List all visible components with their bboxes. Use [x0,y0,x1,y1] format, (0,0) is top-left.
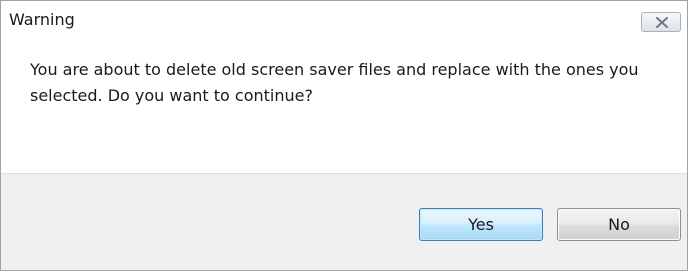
yes-button[interactable]: Yes [419,208,543,241]
warning-message: You are about to delete old screen saver… [30,60,639,105]
title-bar[interactable]: Warning [1,1,687,38]
close-button[interactable] [641,12,681,32]
no-button[interactable]: No [557,208,681,241]
close-icon [656,17,668,28]
button-bar: Yes No [1,173,687,270]
window-title: Warning [9,10,75,29]
warning-dialog: Warning You are about to delete old scre… [0,0,688,271]
